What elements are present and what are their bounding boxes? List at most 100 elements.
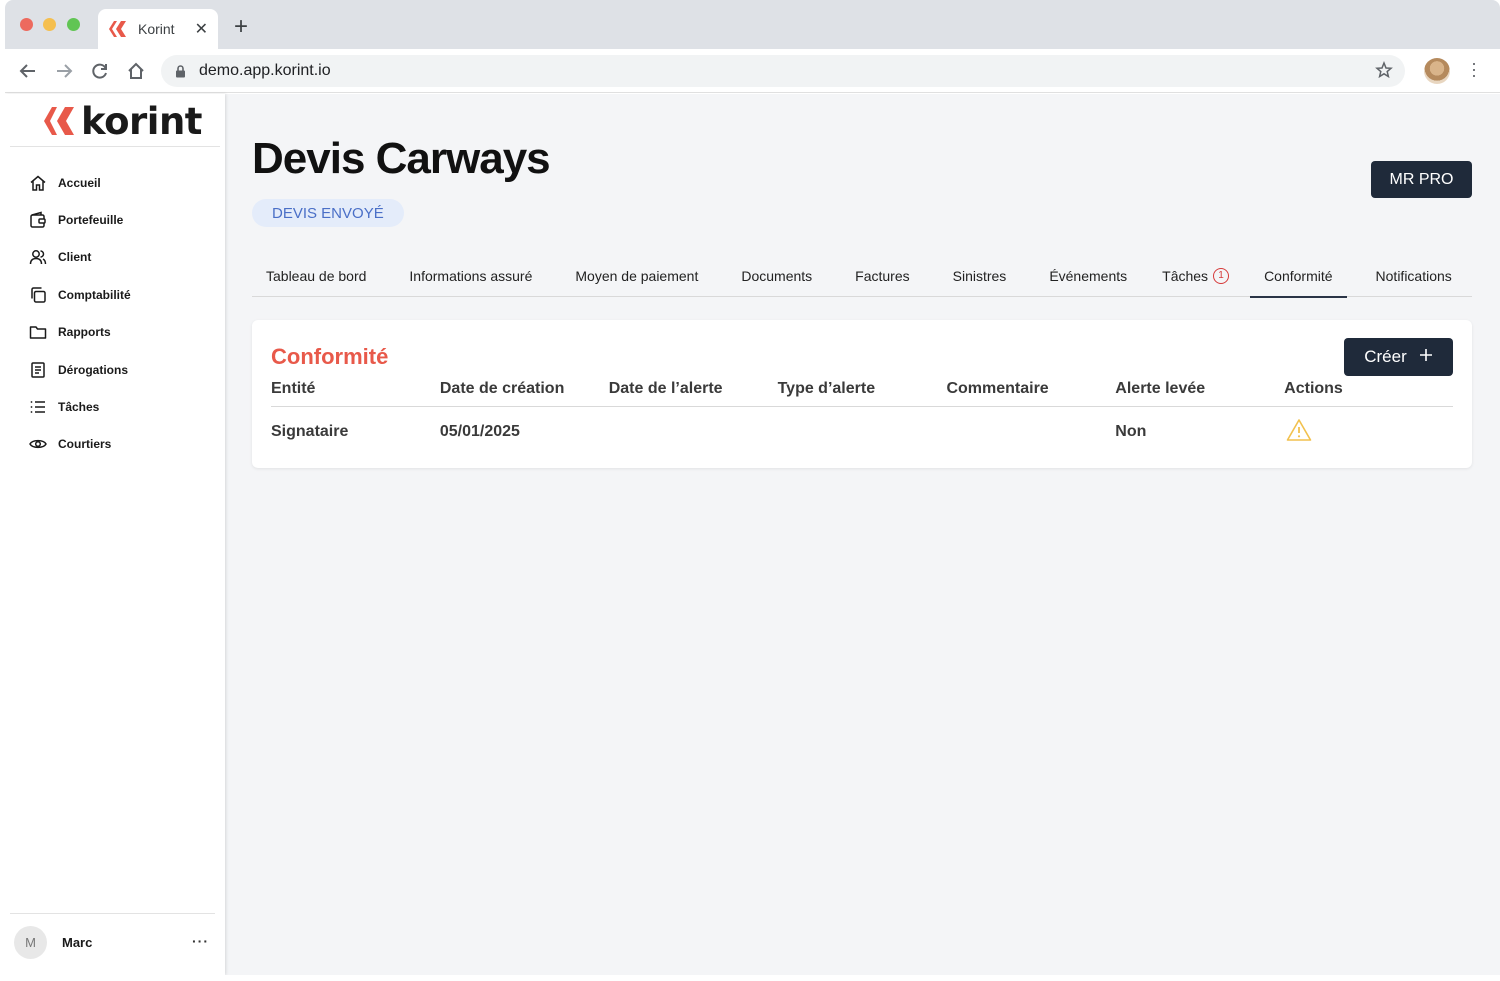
wallet-icon [27,209,49,231]
tab-conformite[interactable]: Conformité [1250,254,1348,298]
sidebar-item-courtiers[interactable]: Courtiers [25,426,215,463]
product-button[interactable]: MR PRO [1371,161,1472,198]
tab-taches[interactable]: Tâches 1 [1148,254,1243,297]
browser-menu-icon[interactable]: · · · [1468,54,1480,84]
app: korint Accueil Portefeuille Client Compt… [5,94,1500,975]
page-title: Devis Carways [252,134,551,183]
sidebar-item-label: Accueil [58,175,101,190]
browser-toolbar: demo.app.korint.io · · · [5,49,1500,93]
document-icon [27,359,49,381]
sidebar: korint Accueil Portefeuille Client Compt… [5,94,225,975]
close-window-button[interactable] [20,18,33,31]
tab-tableau-de-bord[interactable]: Tableau de bord [252,254,380,297]
status-badge: DEVIS ENVOYÉ [252,199,404,227]
column-header: Actions [1284,380,1343,397]
korint-logo[interactable]: korint [43,99,203,143]
table-header: Entité Date de création Date de l’alerte… [271,380,1453,407]
minimize-window-button[interactable] [43,18,56,31]
eye-icon [27,433,49,455]
new-tab-button[interactable]: + [234,13,248,41]
sidebar-item-label: Portefeuille [58,213,124,228]
profile-avatar[interactable] [1424,58,1450,84]
create-button-label: Créer [1364,347,1407,366]
more-options-icon[interactable]: ··· [192,933,209,949]
tab-moyen-de-paiement[interactable]: Moyen de paiement [561,254,712,297]
sidebar-item-taches[interactable]: Tâches [25,388,215,425]
warning-icon[interactable] [1286,418,1312,447]
tab-bar: Tableau de bord Informations assuré Moye… [252,254,1472,298]
reload-icon[interactable] [88,59,112,83]
table-row: Signataire 05/01/2025 Non [271,418,1453,447]
tab-label: Factures [855,267,910,284]
sidebar-item-comptabilite[interactable]: Comptabilité [25,276,215,313]
tab-evenements[interactable]: Événements [1035,254,1141,297]
section-title: Conformité [271,344,389,369]
sidebar-item-accueil[interactable]: Accueil [25,164,215,201]
sidebar-item-label: Courtiers [58,437,112,452]
tab-label: Informations assuré [409,267,533,284]
users-icon [27,246,49,268]
tab-informations-assure[interactable]: Informations assuré [395,254,546,297]
browser-window: Korint ✕ + demo.app.korint.io · · · kori… [5,0,1500,975]
maximize-window-button[interactable] [67,18,80,31]
tab-label: Moyen de paiement [575,267,699,284]
tab-count-badge: 1 [1213,267,1230,284]
url-text: demo.app.korint.io [199,62,331,79]
list-icon [27,396,49,418]
sidebar-item-label: Comptabilité [58,287,131,302]
browser-tab[interactable]: Korint ✕ [98,9,218,49]
tab-strip: Korint ✕ + [5,0,1500,49]
divider [10,913,215,914]
back-icon[interactable] [16,59,40,83]
sidebar-nav: Accueil Portefeuille Client Comptabilité… [25,164,215,463]
tab-notifications[interactable]: Notifications [1362,254,1466,297]
lock-icon [175,64,187,78]
tab-documents[interactable]: Documents [727,254,826,297]
tab-label: Notifications [1375,267,1452,284]
tab-label: Tableau de bord [266,267,367,284]
column-header: Commentaire [946,380,1049,397]
avatar: M [14,925,47,959]
tab-sinistres[interactable]: Sinistres [939,254,1021,297]
tab-title: Korint [138,21,175,37]
column-header: Entité [271,380,316,397]
korint-favicon-icon [108,20,128,38]
sidebar-item-label: Dérogations [58,362,129,377]
cell-date-creation: 05/01/2025 [439,423,520,440]
column-header: Date de création [439,380,565,397]
column-header: Type d’alerte [777,380,876,397]
cell-actions [1284,418,1453,447]
cell-entite: Signataire [271,423,349,440]
tab-label: Tâches [1162,267,1209,284]
main-content: Devis Carways DEVIS ENVOYÉ MR PRO Tablea… [252,94,1472,975]
user-menu[interactable]: M Marc ··· [14,925,219,959]
sidebar-item-label: Client [58,250,92,265]
create-button[interactable]: Créer [1344,338,1453,376]
sidebar-item-client[interactable]: Client [25,239,215,276]
user-name: Marc [62,934,93,950]
tab-label: Événements [1049,267,1128,284]
sidebar-item-label: Rapports [58,325,111,340]
sidebar-item-derogations[interactable]: Dérogations [25,351,215,388]
sidebar-item-label: Tâches [58,400,100,415]
plus-icon [1419,347,1433,367]
sidebar-item-rapports[interactable]: Rapports [25,314,215,351]
tab-label: Conformité [1264,267,1333,284]
home-icon [27,172,49,194]
column-header: Alerte levée [1115,380,1206,397]
address-bar[interactable]: demo.app.korint.io [161,55,1405,87]
divider [10,146,220,147]
home-icon[interactable] [124,59,148,83]
cell-alerte-levee: Non [1115,423,1147,440]
bookmark-star-icon[interactable] [1375,60,1393,84]
korint-logo-mark-icon [44,107,74,135]
logo-wordmark: korint [81,99,203,143]
folder-icon [27,321,49,343]
tab-label: Sinistres [952,267,1007,284]
forward-icon[interactable] [52,59,76,83]
sidebar-item-portefeuille[interactable]: Portefeuille [25,201,215,238]
tab-label: Documents [741,267,813,284]
tab-factures[interactable]: Factures [841,254,923,297]
close-tab-icon[interactable]: ✕ [195,19,208,39]
compliance-card: Conformité Créer Entité Date de création… [252,320,1472,468]
